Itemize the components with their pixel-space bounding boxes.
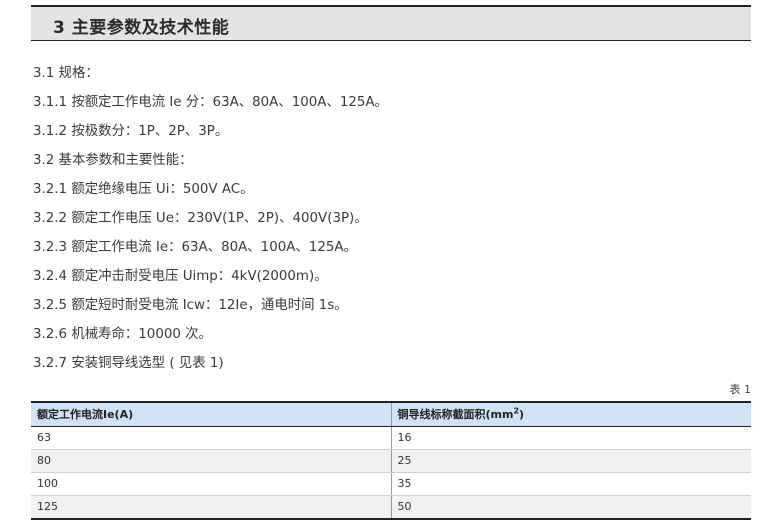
closing-paren: ) — [519, 408, 525, 422]
table-row: 100 35 — [31, 472, 751, 496]
table-row: 80 25 — [31, 449, 751, 473]
cell-cross-section: 25 — [391, 449, 751, 473]
table-header-row: 额定工作电流Ie(A) 铜导线标称截面积(mm2) — [31, 401, 751, 427]
section-title: 3 主要参数及技术性能 — [53, 18, 230, 38]
table-row: 63 16 — [31, 426, 751, 450]
spec-line: 3.1.1 按额定工作电流 Ie 分：63A、80A、100A、125A。 — [33, 95, 388, 110]
spec-line: 3.2.7 安装铜导线选型 ( 见表 1) — [33, 356, 224, 371]
cell-current: 125 — [31, 495, 392, 520]
spec-line: 3.2.4 额定冲击耐受电压 Uimp：4kV(2000m)。 — [33, 269, 328, 284]
column-header-current: 额定工作电流Ie(A) — [31, 401, 392, 427]
spec-line: 3.1.2 按极数分：1P、2P、3P。 — [33, 124, 229, 139]
table-row: 125 50 — [31, 495, 751, 520]
cell-cross-section: 16 — [391, 426, 751, 450]
cell-current: 63 — [31, 426, 392, 450]
spec-line: 3.2 基本参数和主要性能： — [33, 153, 193, 168]
spec-line: 3.1 规格： — [33, 66, 99, 81]
cell-cross-section: 50 — [391, 495, 751, 520]
spec-line: 3.2.2 额定工作电压 Ue：230V(1P、2P)、400V(3P)。 — [33, 211, 368, 226]
section-header: 3 主要参数及技术性能 — [31, 5, 751, 41]
spec-line: 3.2.3 额定工作电流 Ie：63A、80A、100A、125A。 — [33, 240, 357, 255]
column-header-cross-section: 铜导线标称截面积(mm2) — [391, 401, 751, 427]
table-caption: 表 1 — [729, 383, 752, 396]
column-header-cross-section-text: 铜导线标称截面积(mm — [397, 408, 514, 422]
cell-current: 100 — [31, 472, 392, 496]
cell-current: 80 — [31, 449, 392, 473]
cell-cross-section: 35 — [391, 472, 751, 496]
spec-line: 3.2.1 额定绝缘电压 Ui：500V AC。 — [33, 182, 254, 197]
wire-selection-table: 额定工作电流Ie(A) 铜导线标称截面积(mm2) 63 16 80 25 10… — [31, 401, 751, 520]
spec-line: 3.2.5 额定短时耐受电流 Icw：12Ie，通电时间 1s。 — [33, 298, 348, 313]
spec-list: 3.1 规格： 3.1.1 按额定工作电流 Ie 分：63A、80A、100A、… — [33, 64, 751, 383]
spec-line: 3.2.6 机械寿命：10000 次。 — [33, 327, 212, 342]
